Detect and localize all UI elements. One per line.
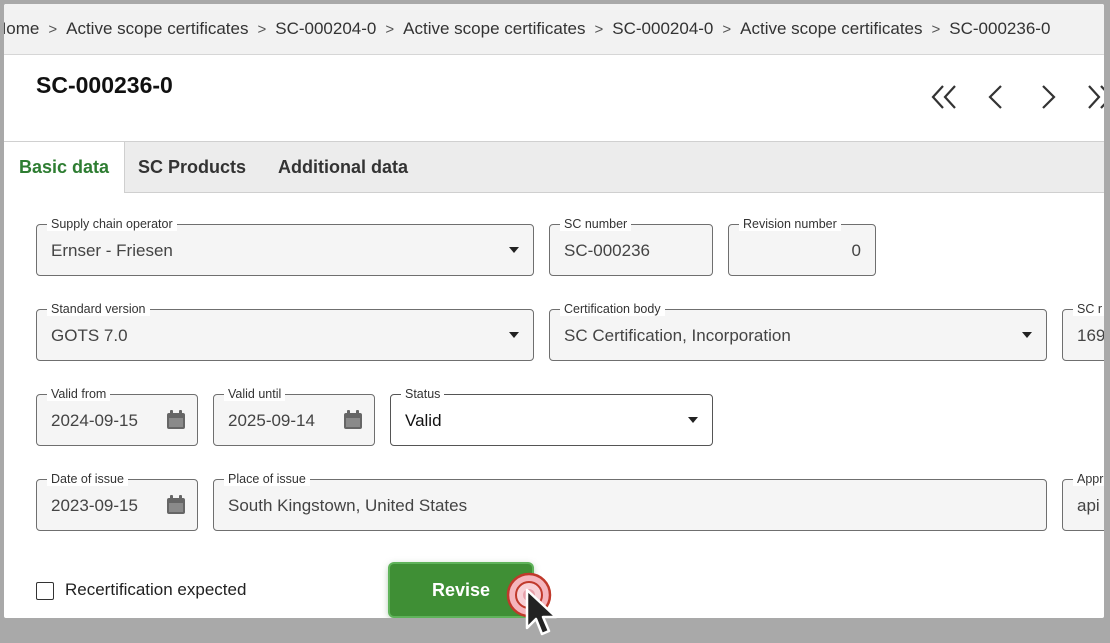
field-label: Revision number [739, 217, 841, 231]
app-window: Home > Active scope certificates > SC-00… [4, 4, 1104, 618]
calendar-icon[interactable] [165, 409, 187, 431]
field-value: GOTS 7.0 [51, 326, 128, 345]
first-record-button[interactable] [924, 77, 964, 117]
revision-number-field[interactable]: Revision number 0 [728, 217, 876, 276]
caret-down-icon [688, 417, 698, 423]
field-value: 0 [851, 241, 861, 260]
breadcrumb-separator: > [722, 20, 732, 38]
certification-body-select[interactable]: Certification body SC Certification, Inc… [549, 302, 1047, 361]
field-value: 169 [1077, 326, 1104, 345]
tab-bar: Basic data SC Products Additional data [4, 142, 1104, 193]
sc-number-field[interactable]: SC number SC-000236 [549, 217, 713, 276]
field-label: Certification body [560, 302, 665, 316]
breadcrumb: Home > Active scope certificates > SC-00… [4, 4, 1104, 55]
field-value: 2024-09-15 [51, 411, 138, 430]
breadcrumb-separator: > [48, 20, 58, 38]
field-value: api [1077, 496, 1100, 515]
field-label: Standard version [47, 302, 150, 316]
breadcrumb-item-home[interactable]: Home [4, 19, 39, 39]
breadcrumb-separator: > [594, 20, 604, 38]
revise-button[interactable]: Revise [390, 564, 532, 616]
tab-sc-products[interactable]: SC Products [138, 142, 246, 192]
valid-from-field[interactable]: Valid from 2024-09-15 [36, 387, 198, 446]
recertification-checkbox[interactable] [36, 582, 54, 600]
calendar-icon[interactable] [165, 494, 187, 516]
field-label: SC number [560, 217, 632, 231]
valid-until-field[interactable]: Valid until 2025-09-14 [213, 387, 375, 446]
field-label: Valid until [224, 387, 286, 401]
status-select[interactable]: Status Valid [390, 387, 713, 446]
field-label: Appr [1073, 472, 1104, 486]
breadcrumb-item[interactable]: Active scope certificates [740, 19, 922, 39]
supply-chain-operator-select[interactable]: Supply chain operator Ernser - Friesen [36, 217, 534, 276]
field-label: Valid from [47, 387, 111, 401]
field-label: SC r [1073, 302, 1104, 316]
page-title: SC-000236-0 [36, 72, 173, 98]
last-record-button[interactable] [1080, 77, 1104, 117]
field-value: South Kingstown, United States [228, 496, 468, 515]
field-label: Supply chain operator [47, 217, 177, 231]
caret-down-icon [509, 247, 519, 253]
breadcrumb-separator: > [385, 20, 395, 38]
field-label: Place of issue [224, 472, 310, 486]
previous-record-button[interactable] [976, 77, 1016, 117]
double-chevron-right-icon [1088, 85, 1104, 109]
field-value: Valid [405, 411, 442, 430]
chevron-right-icon [1042, 85, 1056, 109]
breadcrumb-item[interactable]: SC-000204-0 [612, 19, 713, 39]
recertification-label[interactable]: Recertification expected [65, 580, 246, 600]
standard-version-select[interactable]: Standard version GOTS 7.0 [36, 302, 534, 361]
caret-down-icon [1022, 332, 1032, 338]
field-value: Ernser - Friesen [51, 241, 173, 260]
calendar-icon[interactable] [342, 409, 364, 431]
tab-additional-data[interactable]: Additional data [278, 142, 408, 192]
chevron-left-icon [988, 85, 1002, 109]
tab-basic-data[interactable]: Basic data [4, 142, 125, 193]
date-of-issue-field[interactable]: Date of issue 2023-09-15 [36, 472, 198, 531]
breadcrumb-item[interactable]: SC-000204-0 [275, 19, 376, 39]
next-record-button[interactable] [1028, 77, 1068, 117]
caret-down-icon [509, 332, 519, 338]
field-value: 2025-09-14 [228, 411, 315, 430]
breadcrumb-item[interactable]: Active scope certificates [403, 19, 585, 39]
place-of-issue-field[interactable]: Place of issue South Kingstown, United S… [213, 472, 1047, 531]
field-label: Status [401, 387, 445, 401]
field-value: SC-000236 [564, 241, 651, 260]
breadcrumb-item-current: SC-000236-0 [949, 19, 1051, 38]
breadcrumb-separator: > [931, 20, 941, 38]
field-value: SC Certification, Incorporation [564, 326, 791, 345]
breadcrumb-separator: > [257, 20, 267, 38]
page-header: SC-000236-0 [4, 55, 1104, 142]
sc-reference-field[interactable]: SC r 169 [1062, 302, 1104, 361]
breadcrumb-item[interactable]: Active scope certificates [66, 19, 248, 39]
field-label: Date of issue [47, 472, 128, 486]
field-value: 2023-09-15 [51, 496, 138, 515]
double-chevron-left-icon [931, 85, 956, 109]
approved-by-field[interactable]: Appr api [1062, 472, 1104, 531]
